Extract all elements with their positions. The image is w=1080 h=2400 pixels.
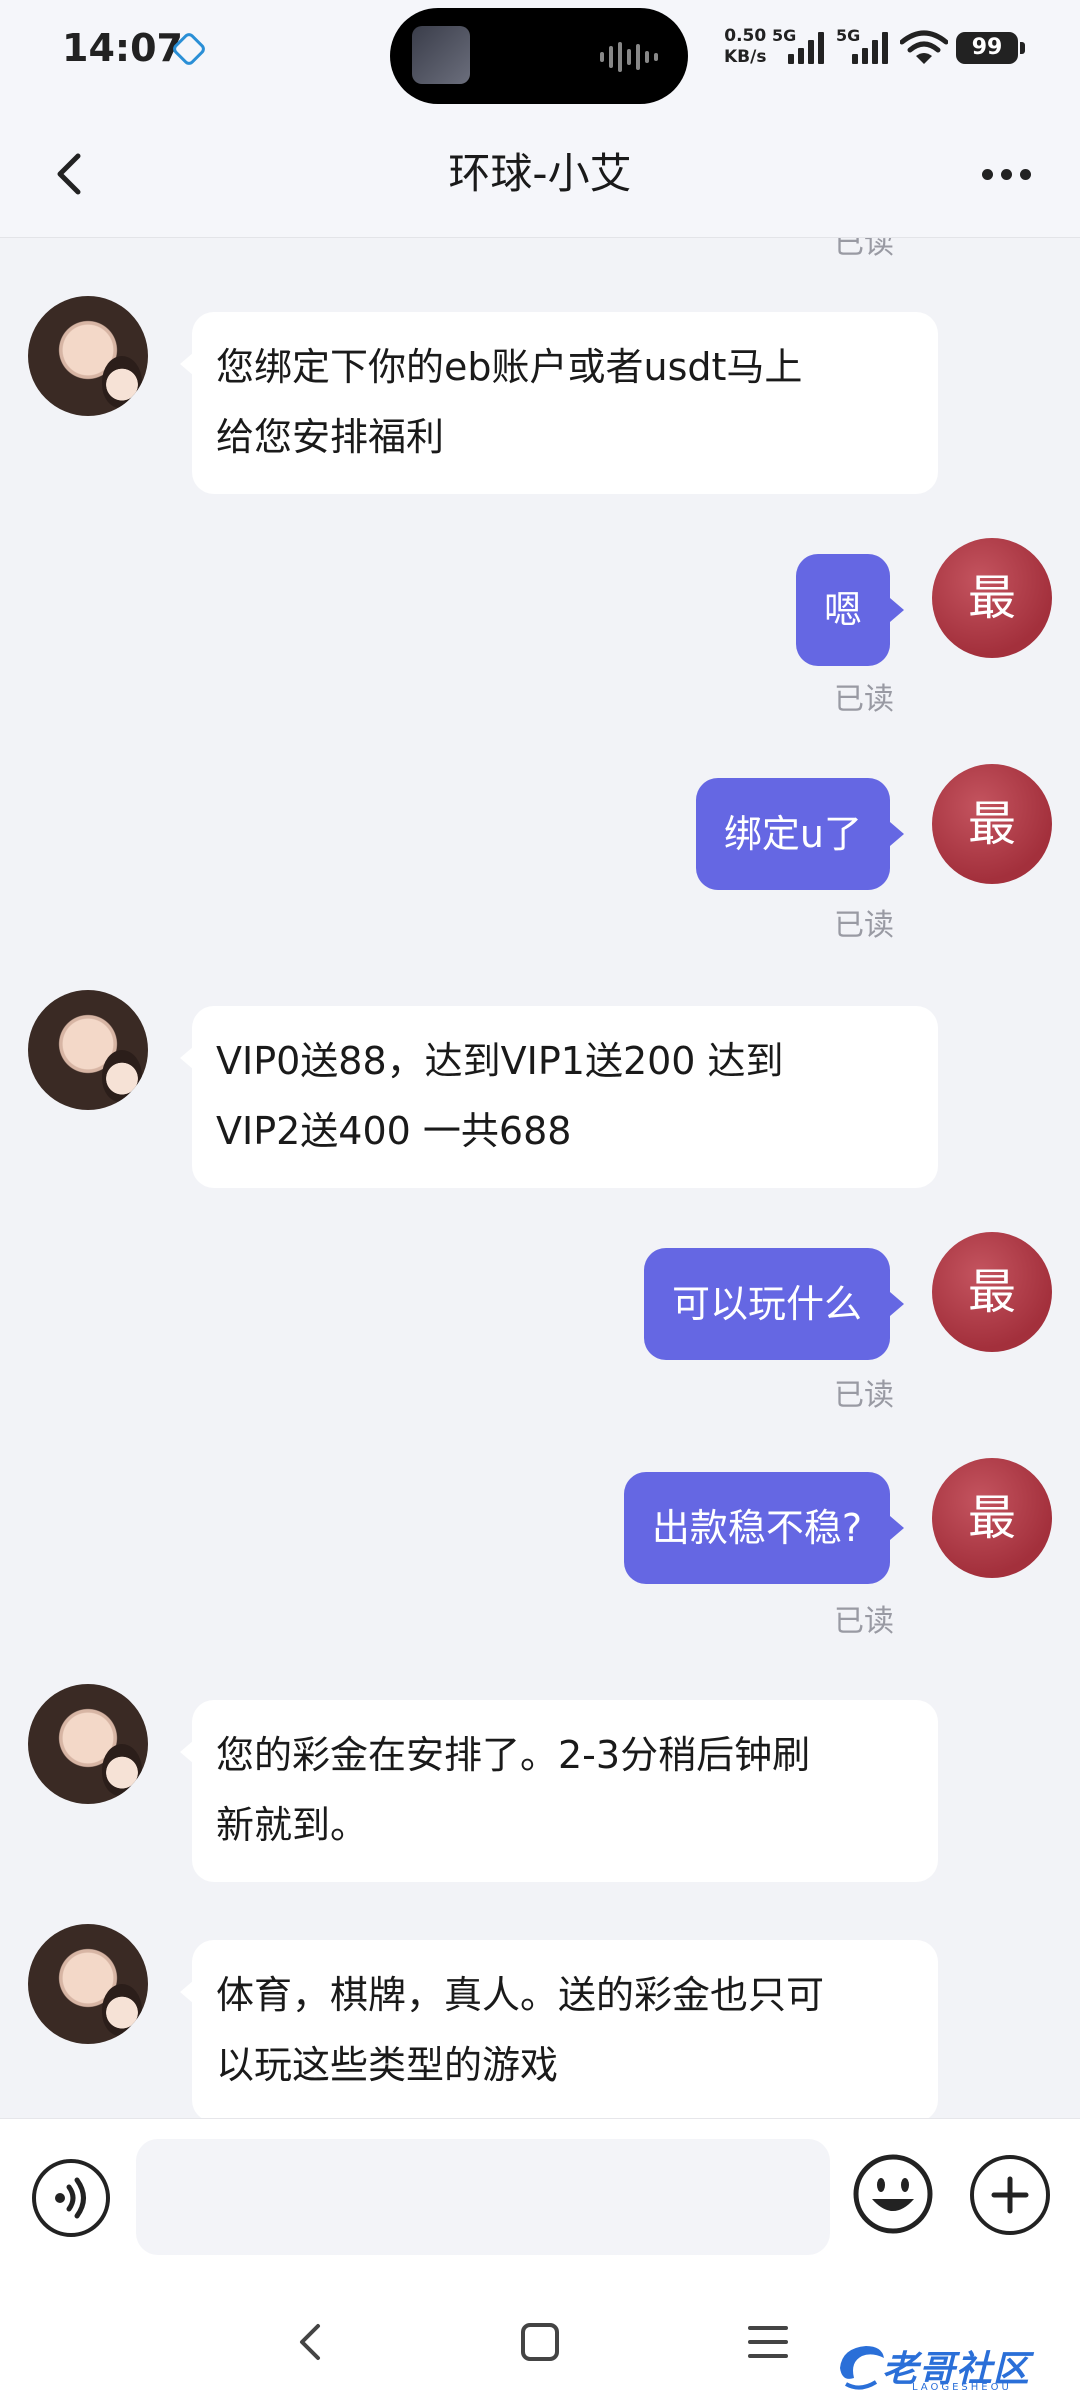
contact-avatar[interactable] xyxy=(28,296,148,416)
chat-title: 环球-小艾 xyxy=(448,149,632,198)
watermark-logo: 老哥社区 LAOGESHEOU xyxy=(832,2338,1068,2398)
message-text-line: 体育，棋牌，真人。送的彩金也只可 xyxy=(216,1973,825,2017)
emoji-button[interactable] xyxy=(852,2153,934,2235)
nav-back-button[interactable] xyxy=(284,2314,340,2370)
dot-icon xyxy=(1019,168,1031,180)
message-bubble-sent[interactable]: 嗯 xyxy=(795,554,905,666)
status-bar: 14:07 0.50 KB/s 5G 5G 99 xyxy=(0,0,1080,110)
signal-strength-icon-1 xyxy=(788,30,824,64)
media-thumbnail xyxy=(412,26,470,84)
message-list[interactable]: 已读 您绑定下你的eb账户或者usdt马上 给您安排福利 嗯 最 已读 绑定u了… xyxy=(0,238,1080,2118)
message-bubble-received[interactable]: 体育，棋牌，真人。送的彩金也只可 以玩这些类型的游戏 xyxy=(180,1940,938,2118)
voice-input-button[interactable] xyxy=(32,2159,110,2237)
read-status: 已读 xyxy=(834,1604,894,1639)
my-avatar[interactable]: 最 xyxy=(932,764,1052,884)
message-bubble-received[interactable]: 您绑定下你的eb账户或者usdt马上 给您安排福利 xyxy=(180,312,938,494)
message-text-line: 您的彩金在安排了。2-3分稍后钟刷 xyxy=(216,1733,811,1777)
battery-tip xyxy=(1020,42,1025,54)
network-speed: 0.50 KB/s xyxy=(724,26,766,68)
network-speed-unit: KB/s xyxy=(724,47,767,67)
network-speed-value: 0.50 xyxy=(724,26,767,46)
more-options-button[interactable] xyxy=(976,154,1036,194)
message-bubble-sent[interactable]: 可以玩什么 xyxy=(643,1248,905,1360)
message-text-line: VIP2送400 一共688 xyxy=(216,1109,572,1153)
read-status: 已读 xyxy=(834,238,894,261)
message-text-line: 以玩这些类型的游戏 xyxy=(216,2043,559,2087)
message-text-line: 给您安排福利 xyxy=(216,415,445,459)
watermark-subtext: LAOGESHEOU xyxy=(912,2382,1012,2393)
contact-avatar[interactable] xyxy=(28,1924,148,2044)
contact-avatar[interactable] xyxy=(28,1684,148,1804)
nav-menu-button[interactable] xyxy=(740,2314,796,2370)
message-text-line: 新就到。 xyxy=(216,1803,369,1847)
message-bubble-received[interactable]: 您的彩金在安排了。2-3分稍后钟刷 新就到。 xyxy=(180,1700,938,1882)
input-bar xyxy=(0,2118,1080,2278)
contact-avatar[interactable] xyxy=(28,990,148,1110)
nav-home-button[interactable] xyxy=(512,2314,568,2370)
voice-icon xyxy=(55,2177,86,2219)
my-avatar[interactable]: 最 xyxy=(932,1458,1052,1578)
dot-icon xyxy=(981,168,993,180)
add-attachment-button[interactable] xyxy=(970,2155,1050,2235)
message-bubble-sent[interactable]: 出款稳不稳? xyxy=(623,1472,905,1584)
dot-icon xyxy=(1000,168,1012,180)
read-status: 已读 xyxy=(834,908,894,943)
audio-wave-icon xyxy=(600,42,658,72)
read-status: 已读 xyxy=(834,1378,894,1413)
my-avatar[interactable]: 最 xyxy=(932,538,1052,658)
dynamic-island[interactable] xyxy=(390,8,688,104)
message-bubble-received[interactable]: VIP0送88，达到VIP1送200 达到 VIP2送400 一共688 xyxy=(180,1006,938,1188)
message-input[interactable] xyxy=(136,2139,830,2255)
status-time: 14:07 xyxy=(62,26,183,70)
chat-header: 环球-小艾 xyxy=(0,110,1080,238)
plus-icon xyxy=(991,2176,1029,2214)
my-avatar[interactable]: 最 xyxy=(932,1232,1052,1352)
message-bubble-sent[interactable]: 绑定u了 xyxy=(695,778,905,890)
message-text-line: 您绑定下你的eb账户或者usdt马上 xyxy=(216,345,803,389)
wifi-icon xyxy=(900,30,948,64)
dragon-logo-icon xyxy=(840,2346,884,2390)
battery-icon: 99 xyxy=(956,32,1018,64)
signal-strength-icon-2 xyxy=(852,30,888,64)
read-status: 已读 xyxy=(834,682,894,717)
message-text-line: VIP0送88，达到VIP1送200 达到 xyxy=(216,1039,784,1083)
